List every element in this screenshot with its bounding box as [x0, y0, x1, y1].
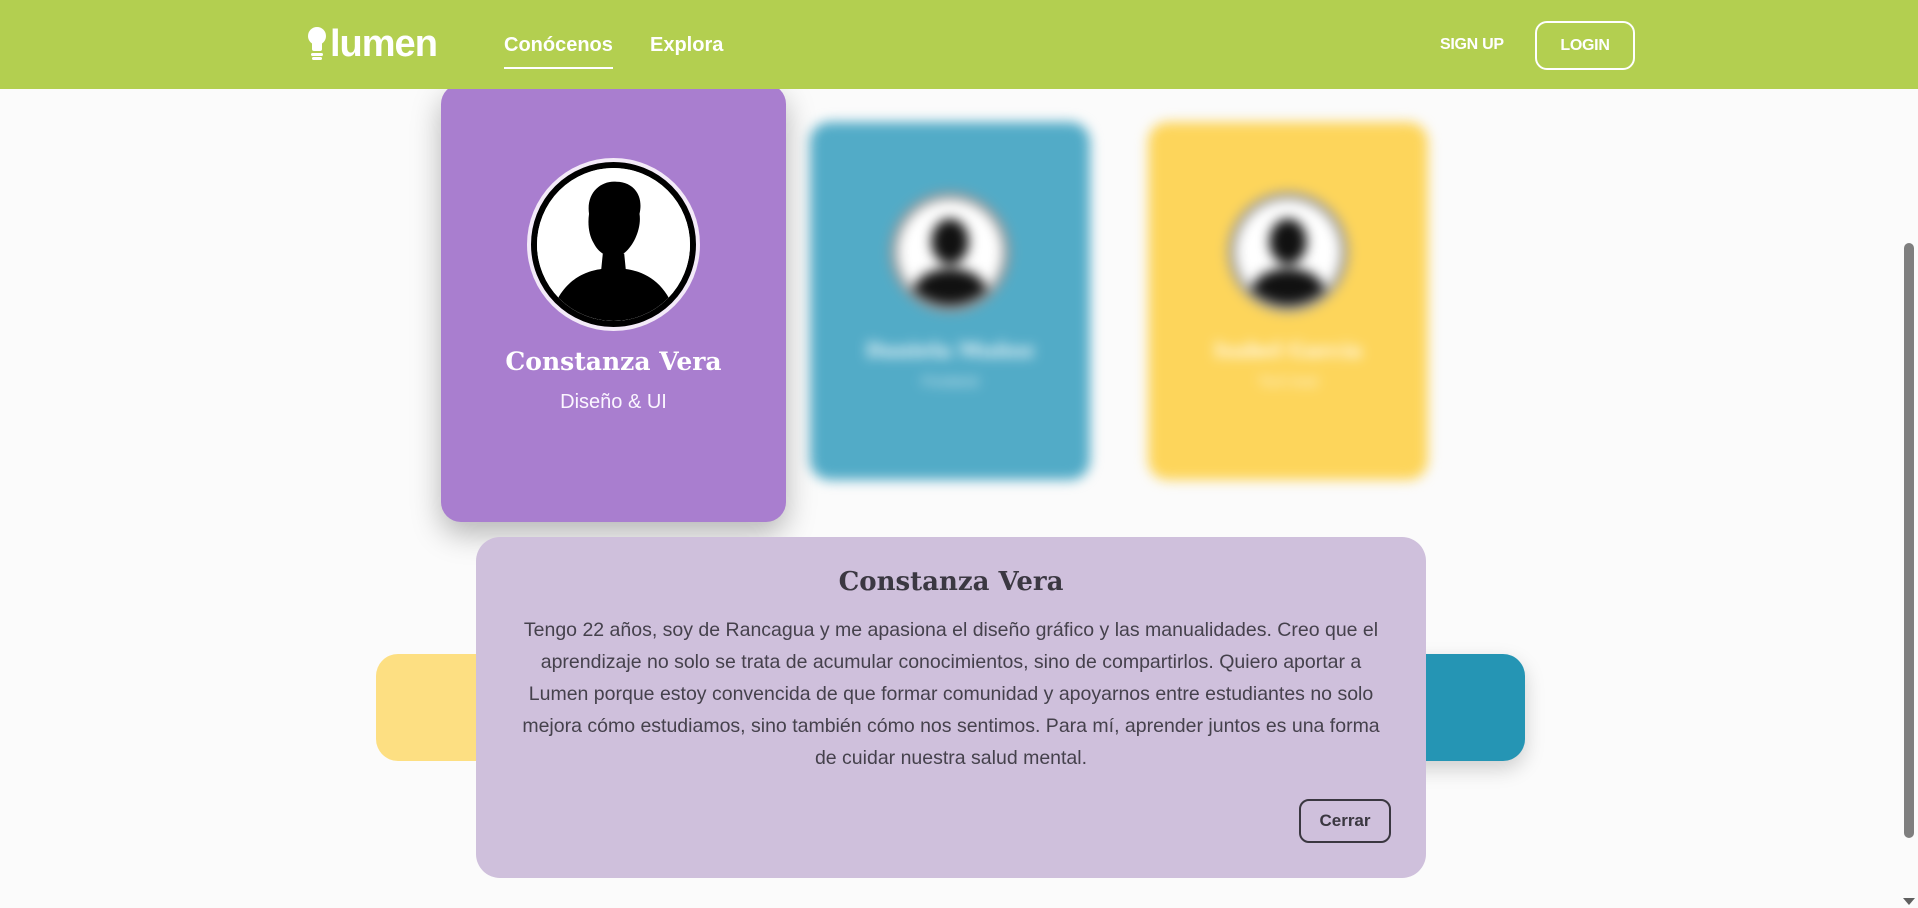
close-button[interactable]: Cerrar — [1299, 799, 1391, 843]
logo-text: lumen — [330, 23, 438, 65]
member-role: Diseño & UI — [560, 391, 667, 413]
nav-conocenos[interactable]: Conócenos — [504, 33, 613, 69]
vertical-scrollbar[interactable] — [1900, 0, 1918, 908]
team-card-selected[interactable]: Constanza Vera Diseño & UI — [441, 84, 786, 522]
avatar — [1228, 192, 1348, 312]
member-role: Tech lead — [1258, 373, 1318, 389]
person-silhouette-icon — [537, 168, 690, 321]
modal-title: Constanza Vera — [838, 567, 1064, 597]
person-silhouette-icon — [1236, 200, 1340, 304]
lumen-logo[interactable]: lumen — [306, 23, 438, 65]
member-name: Isabel García — [1213, 338, 1363, 362]
team-card-2[interactable]: Daniela Muñoz Frontend — [810, 122, 1090, 480]
person-silhouette-icon — [898, 200, 1002, 304]
lightbulb-icon — [308, 27, 326, 60]
modal-description: Tengo 22 años, soy de Rancagua y me apas… — [522, 619, 1380, 769]
member-detail-modal: Constanza Vera Tengo 22 años, soy de Ran… — [476, 537, 1426, 878]
login-button[interactable]: LOGIN — [1535, 21, 1635, 70]
avatar — [890, 192, 1010, 312]
nav-explora[interactable]: Explora — [650, 33, 723, 57]
member-name: Daniela Muñoz — [865, 338, 1035, 362]
chevron-down-icon[interactable] — [1903, 898, 1915, 905]
member-name: Constanza Vera — [505, 347, 722, 376]
avatar — [531, 162, 696, 327]
member-role: Frontend — [921, 373, 979, 389]
scrollbar-thumb[interactable] — [1904, 243, 1914, 838]
signup-link[interactable]: SIGN UP — [1440, 35, 1504, 55]
team-card-3[interactable]: Isabel García Tech lead — [1148, 122, 1428, 480]
top-navbar: lumen Conócenos Explora SIGN UP LOGIN — [0, 0, 1918, 89]
